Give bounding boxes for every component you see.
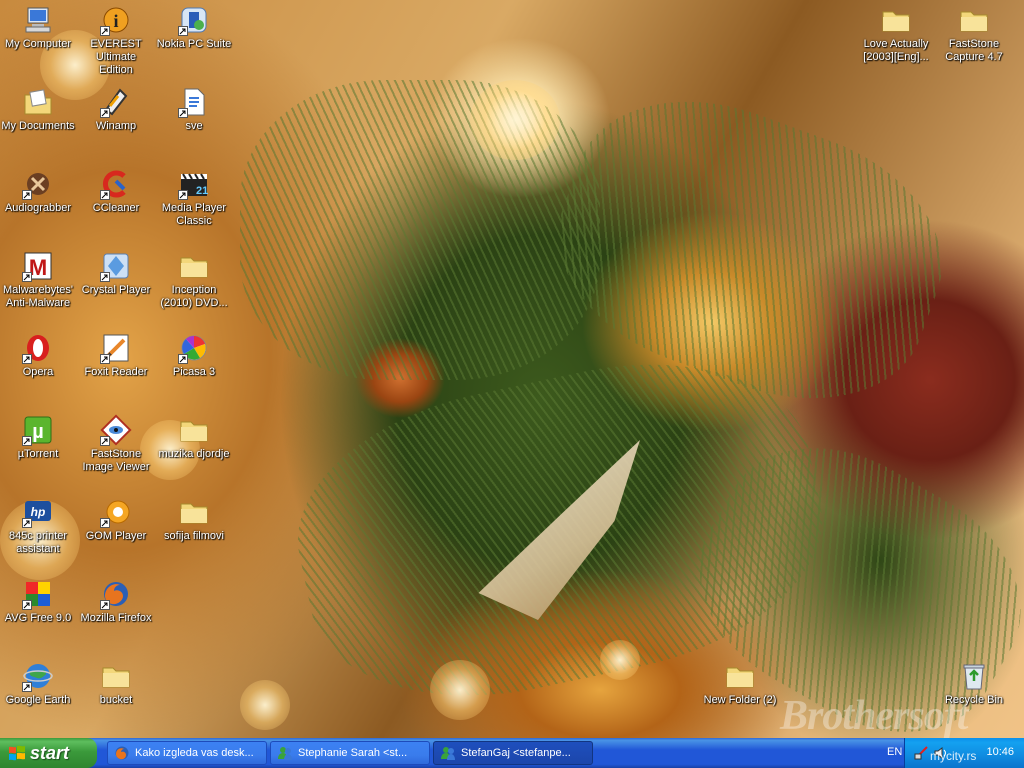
shortcut-arrow-icon <box>22 682 32 692</box>
svg-text:hp: hp <box>31 505 46 519</box>
start-label: start <box>30 742 70 763</box>
my-documents-icon <box>22 86 54 118</box>
media-player-classic-icon: 21 <box>178 168 210 200</box>
shortcut-arrow-icon <box>178 354 188 364</box>
my-computer-icon <box>22 4 54 36</box>
desktop-icon-my-documents[interactable]: My Documents <box>0 86 76 133</box>
desktop-icon-inception[interactable]: Inception (2010) DVD... <box>156 250 232 310</box>
shortcut-arrow-icon <box>100 272 110 282</box>
hp-printer-icon: hp <box>22 496 54 528</box>
taskbar-button-stefangaj[interactable]: StefanGaj <stefanpe... <box>433 741 593 765</box>
clock[interactable]: 10:46 <box>986 746 1014 758</box>
folder-icon <box>100 660 132 692</box>
picasa-icon <box>178 332 210 364</box>
shortcut-arrow-icon <box>22 436 32 446</box>
winamp-icon <box>100 86 132 118</box>
shortcut-arrow-icon <box>178 26 188 36</box>
shortcut-arrow-icon <box>22 518 32 528</box>
folder-icon <box>178 250 210 282</box>
shortcut-arrow-icon <box>178 190 188 200</box>
folder-icon <box>880 4 912 36</box>
desktop-icon-sve[interactable]: sve <box>156 86 232 133</box>
desktop-icon-my-computer[interactable]: My Computer <box>0 4 76 51</box>
shortcut-arrow-icon <box>100 518 110 528</box>
desktop-icon-bucket[interactable]: bucket <box>78 660 154 707</box>
nokia-pc-suite-icon <box>178 4 210 36</box>
desktop-icon-gom-player[interactable]: GOM Player <box>78 496 154 543</box>
malwarebytes-icon: M <box>22 250 54 282</box>
shortcut-arrow-icon <box>22 272 32 282</box>
everest-icon: i <box>100 4 132 36</box>
desktop-icon-faststone-capture[interactable]: FastStone Capture 4.7 <box>936 4 1012 64</box>
messenger-icon <box>278 747 292 760</box>
foxit-reader-icon <box>100 332 132 364</box>
crystal-player-icon <box>100 250 132 282</box>
desktop-icon-sofija-filmovi[interactable]: sofija filmovi <box>156 496 232 543</box>
desktop-icon-ccleaner[interactable]: CCleaner <box>78 168 154 215</box>
desktop-icon-foxit-reader[interactable]: Foxit Reader <box>78 332 154 379</box>
utorrent-icon: µ <box>22 414 54 446</box>
recycle-bin-icon <box>958 660 990 692</box>
shortcut-arrow-icon <box>100 108 110 118</box>
desktop-icon-faststone-viewer[interactable]: FastStone Image Viewer <box>78 414 154 474</box>
desktop-icon-winamp[interactable]: Winamp <box>78 86 154 133</box>
ccleaner-icon <box>100 168 132 200</box>
desktop-icon-crystal-player[interactable]: Crystal Player <box>78 250 154 297</box>
desktop-icon-recycle-bin[interactable]: Recycle Bin <box>936 660 1012 707</box>
task-label: StefanGaj <stefanpe... <box>461 747 571 759</box>
desktop-icon-muzika-djordje[interactable]: muzika djordje <box>156 414 232 461</box>
shortcut-arrow-icon <box>100 436 110 446</box>
desktop-icon-audiograbber[interactable]: Audiograbber <box>0 168 76 215</box>
folder-icon <box>958 4 990 36</box>
desktop-icon-utorrent[interactable]: µ µTorrent <box>0 414 76 461</box>
shortcut-arrow-icon <box>22 600 32 610</box>
folder-icon <box>724 660 756 692</box>
shortcut-arrow-icon <box>100 26 110 36</box>
audiograbber-icon <box>22 168 54 200</box>
task-label: Kako izgleda vas desk... <box>135 747 254 759</box>
shortcut-arrow-icon <box>178 108 188 118</box>
language-indicator[interactable]: EN <box>887 746 902 758</box>
network-icon[interactable] <box>913 745 929 761</box>
desktop-icon-hp-printer[interactable]: hp 845c printer assistant <box>0 496 76 556</box>
file-icon <box>178 86 210 118</box>
windows-logo-icon <box>9 745 25 761</box>
firefox-icon <box>100 578 132 610</box>
desktop-icon-love-actually[interactable]: Love Actually [2003][Eng]... <box>858 4 934 64</box>
svg-text:µ: µ <box>32 421 44 443</box>
desktop-icon-firefox[interactable]: Mozilla Firefox <box>78 578 154 625</box>
shortcut-arrow-icon <box>22 190 32 200</box>
desktop-icon-everest[interactable]: i EVEREST Ultimate Edition <box>78 4 154 77</box>
mycity-watermark: mycity.rs <box>930 749 977 763</box>
desktop-icon-malwarebytes[interactable]: M Malwarebytes' Anti-Malware <box>0 250 76 310</box>
shortcut-arrow-icon <box>22 354 32 364</box>
shortcut-arrow-icon <box>100 190 110 200</box>
svg-text:i: i <box>113 11 118 31</box>
shortcut-arrow-icon <box>100 600 110 610</box>
avg-icon <box>22 578 54 610</box>
desktop-icon-picasa[interactable]: Picasa 3 <box>156 332 232 379</box>
desktop-icon-opera[interactable]: Opera <box>0 332 76 379</box>
task-label: Stephanie Sarah <st... <box>298 747 408 759</box>
faststone-viewer-icon <box>100 414 132 446</box>
desktop-icon-media-player-classic[interactable]: 21 Media Player Classic <box>156 168 232 228</box>
gom-player-icon <box>100 496 132 528</box>
shortcut-arrow-icon <box>100 354 110 364</box>
taskbar-button-firefox[interactable]: Kako izgleda vas desk... <box>107 741 267 765</box>
start-button[interactable]: start <box>0 738 97 768</box>
taskbar-button-stephanie[interactable]: Stephanie Sarah <st... <box>270 741 430 765</box>
taskbar: start Kako izgleda vas desk... Stephanie… <box>0 738 1024 768</box>
folder-icon <box>178 414 210 446</box>
svg-text:21: 21 <box>196 185 208 197</box>
folder-icon <box>178 496 210 528</box>
desktop-icon-nokia-pc-suite[interactable]: Nokia PC Suite <box>156 4 232 51</box>
firefox-icon <box>115 746 129 760</box>
desktop-icon-avg[interactable]: AVG Free 9.0 <box>0 578 76 625</box>
opera-icon <box>22 332 54 364</box>
desktop-icon-new-folder-2[interactable]: New Folder (2) <box>702 660 778 707</box>
messenger-icon <box>441 747 455 760</box>
google-earth-icon <box>22 660 54 692</box>
desktop-icon-google-earth[interactable]: Google Earth <box>0 660 76 707</box>
